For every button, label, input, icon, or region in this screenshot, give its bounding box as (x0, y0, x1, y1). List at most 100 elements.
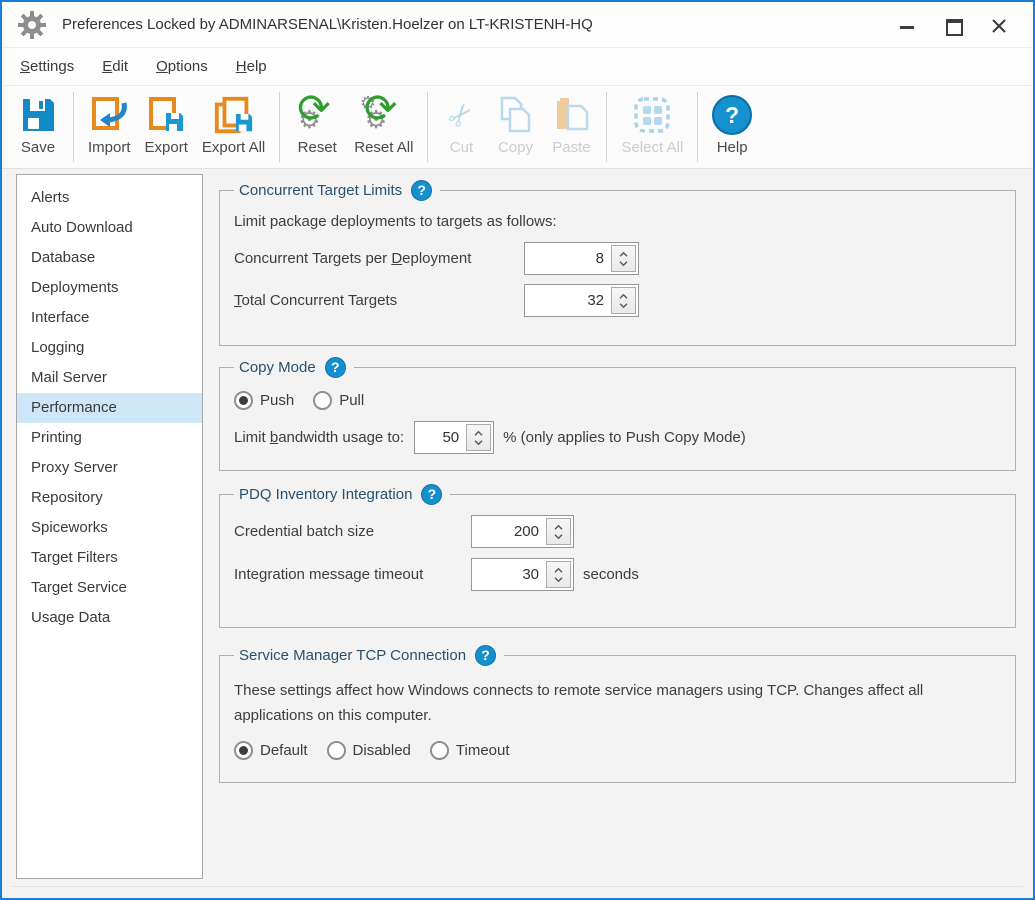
pull-radio-label: Pull (339, 392, 364, 409)
menu-options[interactable]: Options (156, 58, 208, 75)
pull-radio[interactable] (313, 391, 332, 410)
sidebar-item-repository[interactable]: Repository (17, 483, 202, 513)
total-concurrent-targets-label: Total Concurrent Targets (234, 292, 524, 309)
spinner-button[interactable] (611, 287, 636, 314)
help-badge-icon[interactable]: ? (411, 180, 432, 201)
chevron-down-icon (618, 260, 629, 267)
save-button[interactable]: Save (10, 86, 66, 168)
menu-edit[interactable]: Edit (102, 58, 128, 75)
sidebar-item-logging[interactable]: Logging (17, 333, 202, 363)
concurrent-targets-per-deployment-input[interactable] (525, 250, 611, 267)
credential-batch-size-label: Credential batch size (234, 523, 471, 540)
copy-button: Copy (487, 86, 543, 168)
help-badge-icon[interactable]: ? (421, 484, 442, 505)
save-icon (17, 95, 59, 135)
chevron-up-icon (553, 567, 564, 574)
disabled-radio[interactable] (327, 741, 346, 760)
sidebar-item-mail-server[interactable]: Mail Server (17, 363, 202, 393)
reset-icon: ⚙⟳ (294, 93, 340, 137)
select-all-button: Select All (614, 86, 690, 168)
push-radio[interactable] (234, 391, 253, 410)
cut-icon: ✂ (440, 94, 483, 136)
group-title-pdq-inventory-integration: PDQ Inventory Integration ? (234, 484, 450, 505)
help-badge-icon[interactable]: ? (325, 357, 346, 378)
group-title-concurrent-target-limits: Concurrent Target Limits ? (234, 180, 440, 201)
export-button[interactable]: Export (138, 86, 195, 168)
concurrent-targets-per-deployment-spinner (524, 242, 639, 275)
select-all-icon (631, 95, 673, 135)
toolbar-separator (279, 92, 280, 162)
menu-help[interactable]: Help (236, 58, 267, 75)
gear-app-icon (16, 9, 48, 41)
spinner-button[interactable] (546, 561, 571, 588)
sidebar-item-database[interactable]: Database (17, 243, 202, 273)
sidebar-item-target-service[interactable]: Target Service (17, 573, 202, 603)
limits-intro-text: Limit package deployments to targets as … (234, 213, 1001, 230)
sidebar-item-target-filters[interactable]: Target Filters (17, 543, 202, 573)
chevron-down-icon (553, 576, 564, 583)
close-icon (991, 18, 1007, 34)
default-radio[interactable] (234, 741, 253, 760)
paste-icon (550, 95, 592, 135)
reset-all-button[interactable]: ⚙⚙⟳ Reset All (347, 86, 420, 168)
sidebar-item-interface[interactable]: Interface (17, 303, 202, 333)
integration-message-timeout-label: Integration message timeout (234, 566, 471, 583)
help-icon: ? (712, 95, 752, 135)
timeout-radio[interactable] (430, 741, 449, 760)
preferences-category-list: Alerts Auto Download Database Deployment… (16, 174, 203, 879)
total-concurrent-targets-spinner (524, 284, 639, 317)
sidebar-item-spiceworks[interactable]: Spiceworks (17, 513, 202, 543)
tcp-description-text: These settings affect how Windows connec… (234, 678, 1001, 728)
close-button[interactable] (991, 18, 1007, 32)
help-button[interactable]: ? Help (705, 86, 759, 168)
chevron-down-icon (618, 302, 629, 309)
import-button[interactable]: Import (81, 86, 138, 168)
group-title-copy-mode: Copy Mode ? (234, 357, 354, 378)
total-concurrent-targets-input[interactable] (525, 292, 611, 309)
credential-batch-size-spinner (471, 515, 574, 548)
timeout-suffix-text: seconds (583, 566, 639, 583)
push-radio-label: Push (260, 392, 294, 409)
group-title-service-manager-tcp: Service Manager TCP Connection ? (234, 645, 504, 666)
sidebar-item-usage-data[interactable]: Usage Data (17, 603, 202, 633)
sidebar-item-printing[interactable]: Printing (17, 423, 202, 453)
sidebar-item-auto-download[interactable]: Auto Download (17, 213, 202, 243)
menu-settings[interactable]: Settings (20, 58, 74, 75)
group-service-manager-tcp: Service Manager TCP Connection ? These s… (219, 645, 1016, 783)
minimize-button[interactable] (899, 18, 915, 32)
sidebar-item-proxy-server[interactable]: Proxy Server (17, 453, 202, 483)
export-all-icon (213, 95, 255, 135)
sidebar-item-deployments[interactable]: Deployments (17, 273, 202, 303)
sidebar-item-alerts[interactable]: Alerts (17, 183, 202, 213)
maximize-button[interactable] (945, 18, 961, 32)
group-pdq-inventory-integration: PDQ Inventory Integration ? Credential b… (219, 484, 1016, 628)
group-copy-mode: Copy Mode ? Push Pull Limit bandwidth us… (219, 357, 1016, 471)
title-bar: Preferences Locked by ADMINARSENAL\Krist… (2, 2, 1033, 47)
default-radio-label: Default (260, 742, 308, 759)
integration-message-timeout-input[interactable] (472, 566, 546, 583)
concurrent-targets-per-deployment-label: Concurrent Targets per Deployment (234, 250, 524, 267)
help-badge-icon[interactable]: ? (475, 645, 496, 666)
export-all-button[interactable]: Export All (195, 86, 272, 168)
credential-batch-size-input[interactable] (472, 523, 546, 540)
limit-bandwidth-label: Limit bandwidth usage to: (234, 429, 404, 446)
chevron-down-icon (553, 533, 564, 540)
spinner-button[interactable] (466, 424, 491, 451)
import-icon (88, 95, 130, 135)
toolbar-separator (697, 92, 698, 162)
integration-message-timeout-spinner (471, 558, 574, 591)
sidebar-item-performance[interactable]: Performance (17, 393, 202, 423)
chevron-down-icon (473, 439, 484, 446)
reset-button[interactable]: ⚙⟳ Reset (287, 86, 347, 168)
bandwidth-input[interactable] (415, 429, 466, 446)
group-concurrent-target-limits: Concurrent Target Limits ? Limit package… (219, 180, 1016, 346)
spinner-button[interactable] (611, 245, 636, 272)
spinner-button[interactable] (546, 518, 571, 545)
performance-settings-panel: Concurrent Target Limits ? Limit package… (219, 180, 1016, 794)
timeout-radio-label: Timeout (456, 742, 510, 759)
bandwidth-spinner (414, 421, 494, 454)
disabled-radio-label: Disabled (353, 742, 411, 759)
paste-button: Paste (543, 86, 599, 168)
chevron-up-icon (553, 524, 564, 531)
cut-button: ✂ Cut (435, 86, 487, 168)
